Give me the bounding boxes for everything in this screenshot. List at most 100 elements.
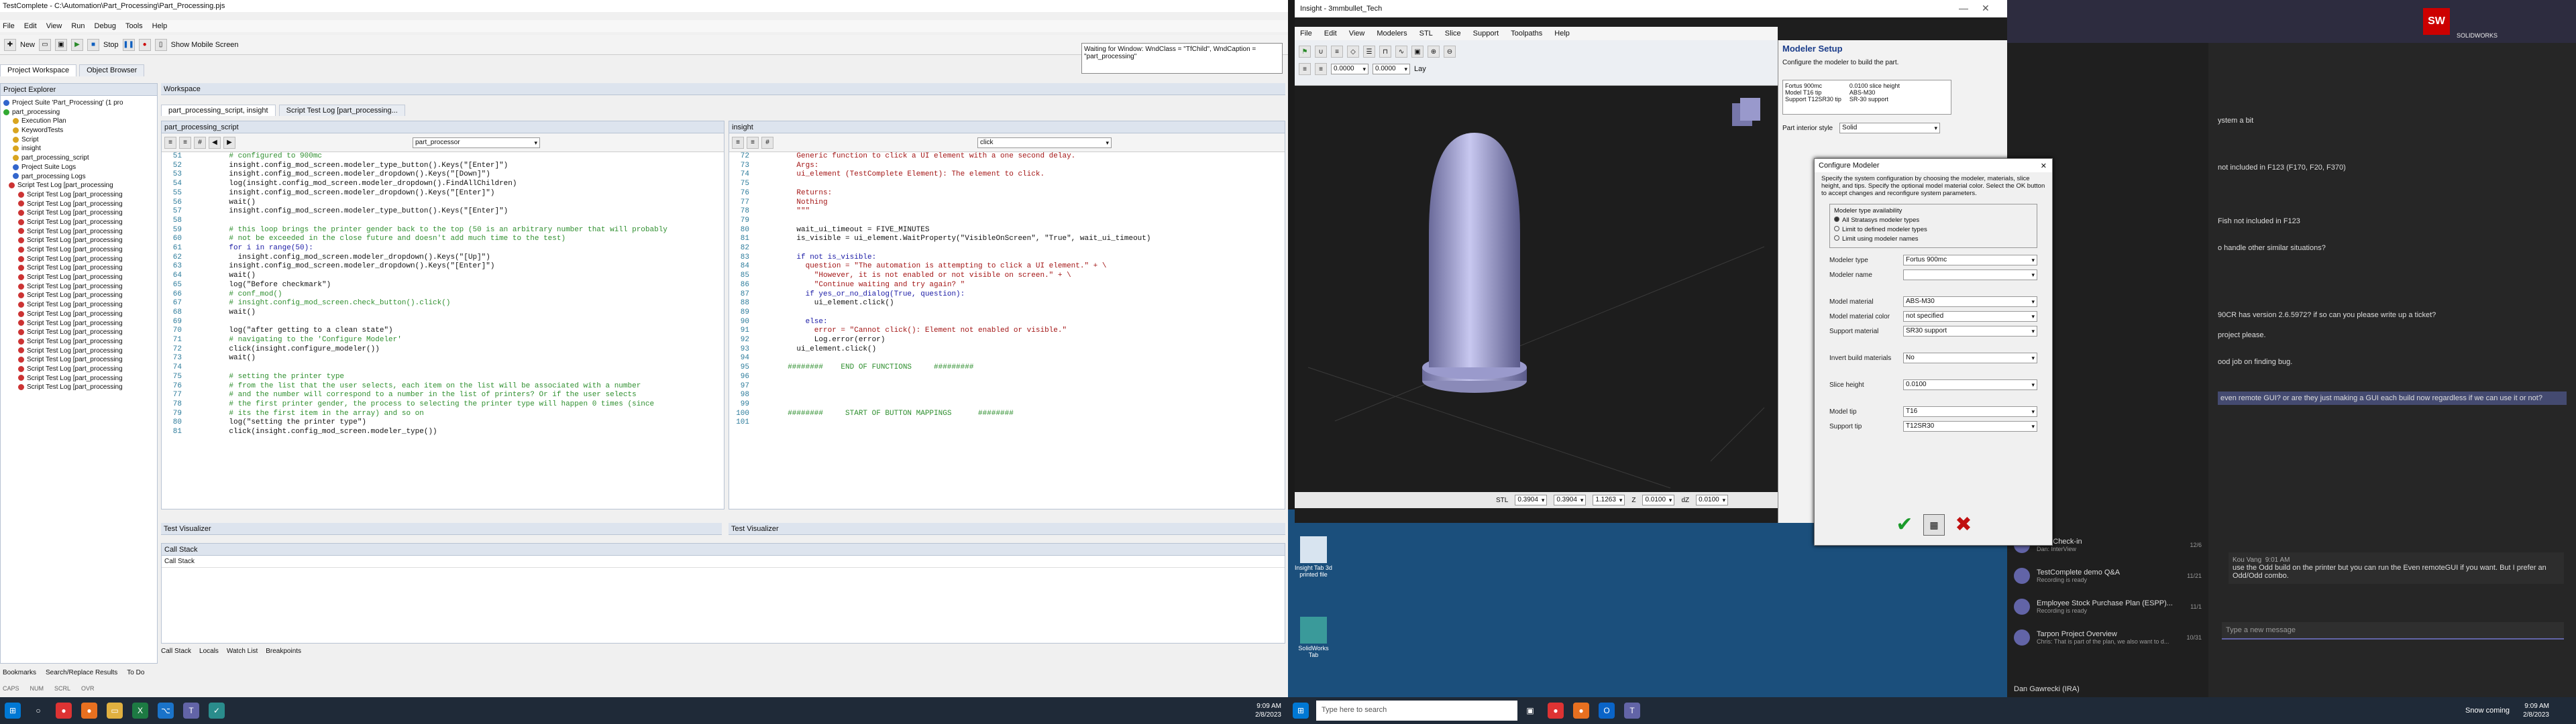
tab-watch-list[interactable]: Watch List — [227, 648, 258, 658]
tree-item[interactable]: Script Test Log [part_processing — [3, 310, 157, 319]
availability-radio[interactable]: All Stratasys modeler types — [1834, 217, 2033, 224]
tab-to-do[interactable]: To Do — [127, 669, 144, 680]
tree-item[interactable]: Script Test Log [part_processing — [3, 355, 157, 365]
routine-combo-2[interactable]: click — [977, 137, 1112, 148]
tc-menu-item[interactable]: File — [3, 22, 15, 30]
flag-icon[interactable]: ⚑ — [1299, 46, 1311, 58]
search-icon[interactable]: ○ — [30, 703, 46, 719]
pause-icon[interactable]: ❚❚ — [122, 38, 135, 51]
show-mobile-screen-button[interactable]: Show Mobile Screen — [171, 41, 239, 49]
coord-field-2[interactable]: 0.0000 — [1373, 64, 1410, 74]
chat-list-item[interactable]: TestComplete demo Q&A Recording is ready 1… — [2007, 560, 2208, 591]
open-icon[interactable]: ▭ — [39, 38, 52, 51]
testcomplete-icon[interactable]: ✓ — [209, 703, 225, 719]
excel-icon[interactable]: X — [132, 703, 148, 719]
config-row-select[interactable]: No — [1903, 353, 2037, 363]
tab-part-processing-script[interactable]: part_processing_script, insight — [161, 105, 276, 116]
insight-menu-item[interactable]: STL — [1419, 29, 1433, 38]
config-row-select[interactable]: ABS-M30 — [1903, 296, 2037, 307]
tree-item[interactable]: Script Test Log [part_processing — [3, 347, 157, 356]
indent2-icon[interactable]: ≡ — [732, 136, 744, 149]
stop-button[interactable]: Stop — [103, 41, 119, 49]
chrome-icon[interactable]: ● — [56, 703, 72, 719]
view-cube-icon[interactable] — [1732, 98, 1760, 126]
chat-list-item[interactable]: Employee Stock Purchase Plan (ESPP)... Re… — [2007, 591, 2208, 622]
insight-menu-item[interactable]: View — [1349, 29, 1365, 38]
tree-item[interactable]: Script Test Log [part_processing — [3, 200, 157, 209]
zoom-out-icon[interactable]: ⊖ — [1444, 46, 1456, 58]
insight-menu-item[interactable]: Modelers — [1377, 29, 1407, 38]
new-icon[interactable]: ✚ — [4, 38, 16, 51]
firefox-icon[interactable]: ● — [81, 703, 97, 719]
code-editor-1[interactable]: 51 # configured to 900mc 52 insight.confi… — [162, 152, 724, 501]
insight-menu-item[interactable]: Edit — [1324, 29, 1337, 38]
zoom-in-icon[interactable]: ⊕ — [1428, 46, 1440, 58]
tab-call-stack[interactable]: Call Stack — [161, 648, 191, 658]
tree-item[interactable]: Script — [3, 135, 157, 145]
tree-item[interactable]: part_processing_script — [3, 154, 157, 163]
tree-item[interactable]: Script Test Log [part_processing — [3, 319, 157, 328]
weather-text[interactable]: Snow coming — [2465, 707, 2510, 715]
cancel-x-icon[interactable]: ✖ — [1953, 514, 1974, 536]
tree-item[interactable]: Script Test Log [part_processing — [3, 227, 157, 237]
new-button[interactable]: New — [20, 41, 35, 49]
outdent-icon[interactable]: ≡ — [179, 136, 191, 149]
tree-item[interactable]: Script Test Log [part_processing — [3, 365, 157, 374]
close-icon[interactable]: ✕ — [1982, 3, 1990, 14]
ok-check-icon[interactable]: ✔ — [1894, 514, 1915, 536]
align-icon[interactable]: ≡ — [1299, 63, 1311, 75]
tree-item[interactable]: Script Test Log [part_processing — [3, 245, 157, 255]
tree-item[interactable]: Script Test Log [part_processing — [3, 291, 157, 300]
tree-item[interactable]: Project Suite Logs — [3, 163, 157, 172]
tree-item[interactable]: Script Test Log [part_processing — [3, 218, 157, 227]
tree-item[interactable]: Script Test Log [part_processing — [3, 263, 157, 273]
tab-bookmarks[interactable]: Bookmarks — [3, 669, 36, 680]
magnet-icon[interactable]: ∪ — [1315, 46, 1327, 58]
tc-menu-item[interactable]: Run — [71, 22, 85, 30]
tree-item[interactable]: Script Test Log [part_processing — [3, 190, 157, 200]
explorer-icon[interactable]: ▭ — [107, 703, 123, 719]
desktop-icon-solidworks[interactable]: SolidWorks Tab — [1293, 617, 1334, 658]
tab-search-replace[interactable]: Search/Replace Results — [46, 669, 117, 680]
firefox-icon-2[interactable]: ● — [1573, 703, 1589, 719]
taskbar-search-box[interactable]: Type here to search — [1316, 701, 1517, 721]
config-row-select[interactable]: T12SR30 — [1903, 421, 2037, 432]
tab-project-workspace[interactable]: Project Workspace — [0, 64, 77, 76]
tc-menu-item[interactable]: Edit — [24, 22, 37, 30]
tree-item[interactable]: Script Test Log [part_processing — [3, 337, 157, 347]
insight-menu-item[interactable]: Toolpaths — [1511, 29, 1542, 38]
tab-locals[interactable]: Locals — [199, 648, 219, 658]
tree-item[interactable]: insight — [3, 144, 157, 154]
indent-icon[interactable]: ≡ — [164, 136, 176, 149]
stop-icon[interactable]: ■ — [87, 38, 100, 51]
insight-3d-viewport[interactable] — [1295, 86, 1778, 492]
tree-item[interactable]: Script Test Log [part_processing — [3, 374, 157, 383]
layers-icon[interactable]: ≡ — [1331, 46, 1343, 58]
tab-object-browser[interactable]: Object Browser — [79, 64, 145, 76]
availability-radio[interactable]: Limit using modeler names — [1834, 235, 2033, 243]
availability-radio[interactable]: Limit to defined modeler types — [1834, 226, 2033, 233]
tc-menu-item[interactable]: Debug — [95, 22, 116, 30]
config-row-select[interactable] — [1903, 269, 2037, 280]
compose-box[interactable]: Type a new message — [2222, 622, 2564, 640]
chat-list-footer[interactable]: Dan Gawrecki (IRA) — [2014, 685, 2080, 693]
tree-item[interactable]: Script Test Log [part_processing — [3, 383, 157, 392]
comment2-icon[interactable]: # — [761, 136, 773, 149]
part-interior-select[interactable]: Solid — [1839, 123, 1941, 133]
insight-menu-item[interactable]: File — [1300, 29, 1312, 38]
forward-icon[interactable]: ▶ — [223, 136, 235, 149]
tree-item[interactable]: Script Test Log [part_processing — [3, 273, 157, 282]
teams-icon[interactable]: T — [183, 703, 199, 719]
start-icon[interactable]: ⊞ — [5, 703, 21, 719]
align2-icon[interactable]: ≡ — [1315, 63, 1327, 75]
solidworks-badge[interactable]: SW — [2423, 8, 2450, 35]
toolpath-icon[interactable]: ∿ — [1395, 46, 1407, 58]
support-icon[interactable]: ⊓ — [1379, 46, 1391, 58]
tree-item[interactable]: Script Test Log [part_processing — [3, 208, 157, 218]
reset-grid-icon[interactable]: ▦ — [1923, 514, 1945, 536]
tc-menu-item[interactable]: View — [46, 22, 62, 30]
insight-menu-item[interactable]: Slice — [1445, 29, 1461, 38]
slice-icon[interactable]: ☰ — [1363, 46, 1375, 58]
stl-icon[interactable]: ◇ — [1347, 46, 1359, 58]
config-row-select[interactable]: not specified — [1903, 311, 2037, 322]
